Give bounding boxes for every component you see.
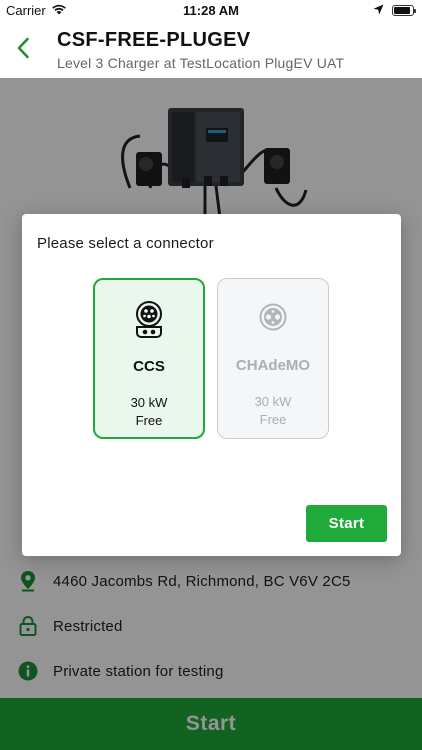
connector-select-dialog: Please select a connector CCS 30 kW Free bbox=[22, 214, 401, 556]
ccs-connector-icon bbox=[95, 300, 203, 338]
connector-card-ccs[interactable]: CCS 30 kW Free bbox=[93, 278, 205, 439]
connector-power: 30 kW bbox=[254, 394, 292, 409]
connector-name: CCS bbox=[133, 358, 165, 375]
status-bar: Carrier 11:28 AM bbox=[0, 0, 422, 22]
connector-name: CHAdeMO bbox=[235, 357, 311, 374]
connector-card-chademo[interactable]: CHAdeMO 30 kW Free bbox=[217, 278, 329, 439]
dialog-title: Please select a connector bbox=[37, 235, 214, 252]
connector-price: Free bbox=[135, 413, 163, 428]
location-arrow-icon bbox=[373, 3, 384, 18]
back-button[interactable] bbox=[10, 36, 36, 64]
page-title: CSF-FREE-PLUGEV bbox=[57, 29, 251, 51]
status-time: 11:28 AM bbox=[183, 3, 239, 18]
status-right bbox=[373, 3, 416, 18]
connector-power: 30 kW bbox=[130, 395, 168, 410]
dialog-start-button[interactable]: Start bbox=[306, 505, 387, 542]
battery-fill bbox=[394, 7, 411, 14]
chademo-connector-icon bbox=[218, 299, 328, 337]
app-header: CSF-FREE-PLUGEV Level 3 Charger at TestL… bbox=[0, 22, 422, 78]
page-subtitle: Level 3 Charger at TestLocation PlugEV U… bbox=[57, 55, 345, 71]
battery-icon bbox=[392, 5, 416, 16]
connector-price: Free bbox=[259, 412, 287, 427]
chevron-left-icon bbox=[16, 37, 30, 64]
